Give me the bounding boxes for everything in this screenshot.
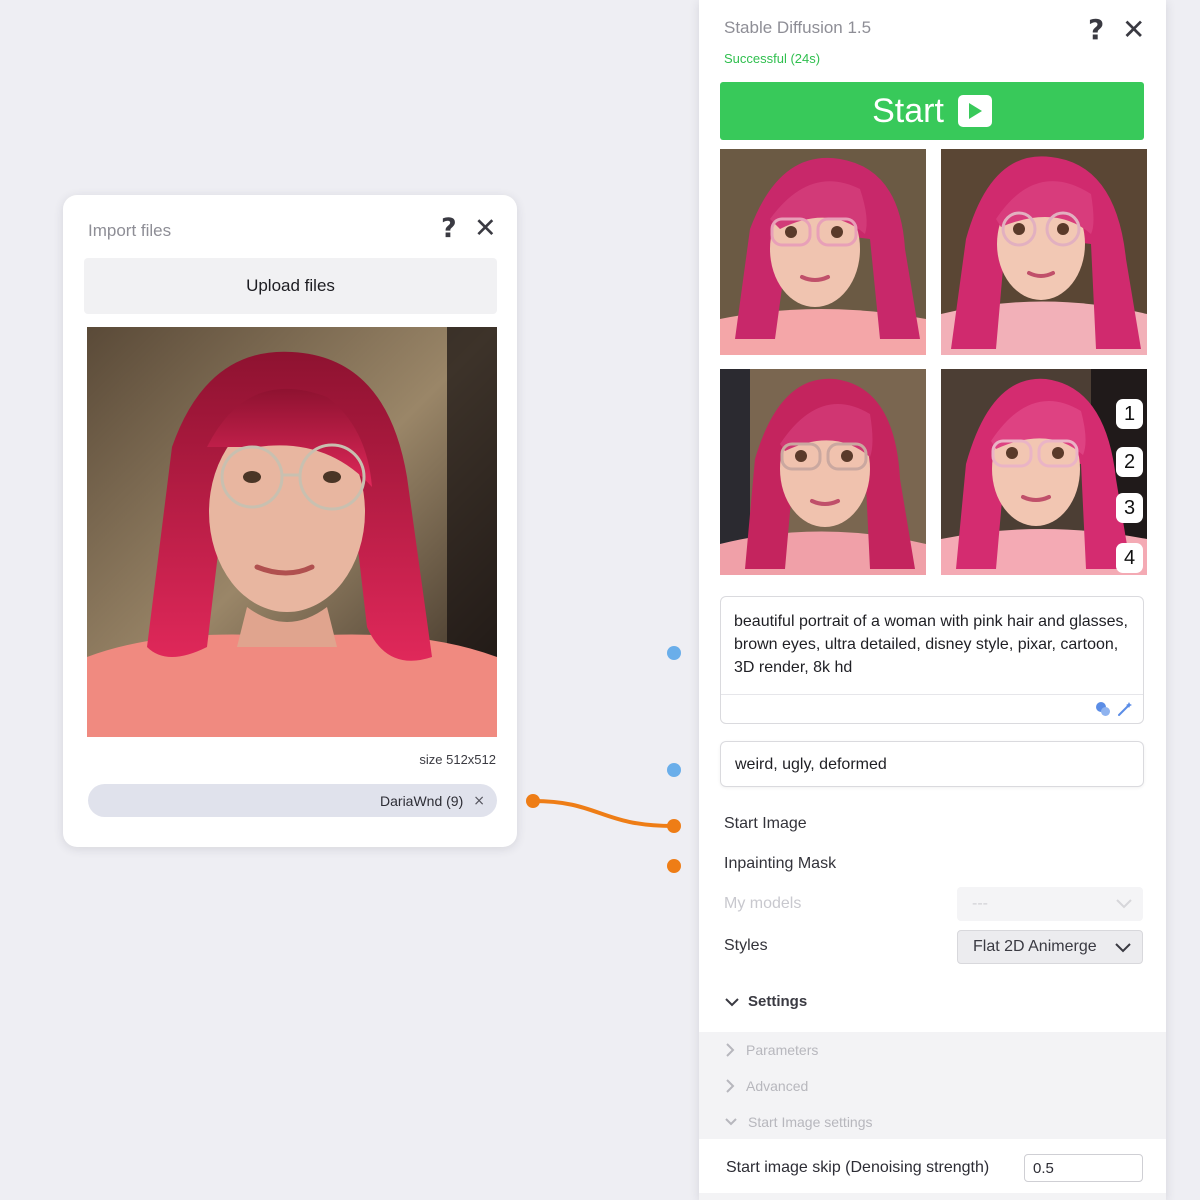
chevron-down-icon xyxy=(1114,940,1132,959)
help-icon[interactable]: ? xyxy=(441,215,457,242)
start-image-settings-toggle[interactable]: Start Image settings xyxy=(724,1114,873,1130)
styles-value: Flat 2D Animerge xyxy=(973,938,1097,955)
file-chip: DariaWnd (9) × xyxy=(88,784,497,817)
negative-prompt-input[interactable]: weird, ugly, deformed xyxy=(720,741,1144,787)
result-image-2[interactable] xyxy=(941,149,1147,355)
advanced-label: Advanced xyxy=(746,1078,809,1094)
settings-group: Parameters Advanced Start Image settings xyxy=(699,1032,1166,1139)
parameters-toggle[interactable]: Parameters xyxy=(724,1042,818,1058)
my-models-label: My models xyxy=(724,895,802,912)
result-badge-4[interactable]: 4 xyxy=(1116,543,1143,573)
upload-files-button[interactable]: Upload files xyxy=(84,258,497,314)
start-button-label: Start xyxy=(872,91,944,130)
advanced-toggle[interactable]: Advanced xyxy=(724,1078,808,1094)
styles-label: Styles xyxy=(724,937,768,954)
my-models-value: --- xyxy=(972,895,988,912)
chevron-down-icon xyxy=(1115,896,1133,915)
play-icon xyxy=(957,95,992,127)
translate-icon[interactable] xyxy=(1095,701,1111,722)
result-badge-3[interactable]: 3 xyxy=(1116,493,1143,523)
prompt-textarea[interactable]: beautiful portrait of a woman with pink … xyxy=(720,596,1144,724)
prompt-tools xyxy=(1095,701,1133,722)
stable-diffusion-panel: Stable Diffusion 1.5 Successful (24s) ? … xyxy=(699,0,1166,1200)
remove-file-icon[interactable]: × xyxy=(473,793,485,809)
chevron-down-icon xyxy=(725,997,739,1006)
denoising-strength-input[interactable] xyxy=(1024,1154,1143,1182)
result-image-3[interactable] xyxy=(720,369,926,575)
settings-toggle[interactable]: Settings xyxy=(724,993,807,1010)
parameters-label: Parameters xyxy=(746,1042,819,1058)
start-image-input-port[interactable] xyxy=(667,819,681,833)
negative-prompt-text: weird, ugly, deformed xyxy=(735,756,887,773)
denoising-strength-label: Start image skip (Denoising strength) xyxy=(726,1159,990,1176)
close-icon[interactable]: ✕ xyxy=(1122,16,1145,44)
panel-title: Stable Diffusion 1.5 xyxy=(724,18,872,37)
file-chip-name: DariaWnd (9) xyxy=(380,792,464,809)
result-image-1[interactable] xyxy=(720,149,926,355)
inpainting-mask-label: Inpainting Mask xyxy=(724,855,837,872)
start-image-label: Start Image xyxy=(724,815,807,832)
panel-bottom-strip xyxy=(699,1193,1166,1200)
magic-wand-icon[interactable] xyxy=(1117,701,1133,722)
negative-prompt-input-port[interactable] xyxy=(667,763,681,777)
prompt-text[interactable]: beautiful portrait of a woman with pink … xyxy=(734,610,1129,679)
close-icon[interactable]: ✕ xyxy=(474,215,497,242)
image-connection-wire xyxy=(531,799,676,828)
import-card-title: Import files xyxy=(88,221,172,240)
result-badge-1[interactable]: 1 xyxy=(1116,399,1143,429)
prompt-divider xyxy=(721,694,1143,695)
chevron-down-icon xyxy=(725,1118,737,1126)
file-output-port[interactable] xyxy=(526,794,540,808)
chevron-right-icon xyxy=(726,1079,735,1093)
styles-select[interactable]: Flat 2D Animerge xyxy=(957,930,1143,964)
image-size-label: size 512x512 xyxy=(419,752,496,767)
start-image-settings-label: Start Image settings xyxy=(748,1114,873,1130)
uploaded-photo xyxy=(87,327,497,737)
result-badge-2[interactable]: 2 xyxy=(1116,447,1143,477)
prompt-input-port[interactable] xyxy=(667,646,681,660)
chevron-right-icon xyxy=(726,1043,735,1057)
start-button[interactable]: Start xyxy=(720,82,1144,140)
settings-label: Settings xyxy=(748,993,808,1010)
help-icon[interactable]: ? xyxy=(1088,16,1104,44)
inpainting-mask-input-port[interactable] xyxy=(667,859,681,873)
import-files-card: Import files ? ✕ Upload files size 512x5… xyxy=(63,195,517,847)
status-text: Successful (24s) xyxy=(724,51,821,66)
my-models-select: --- xyxy=(957,887,1143,921)
